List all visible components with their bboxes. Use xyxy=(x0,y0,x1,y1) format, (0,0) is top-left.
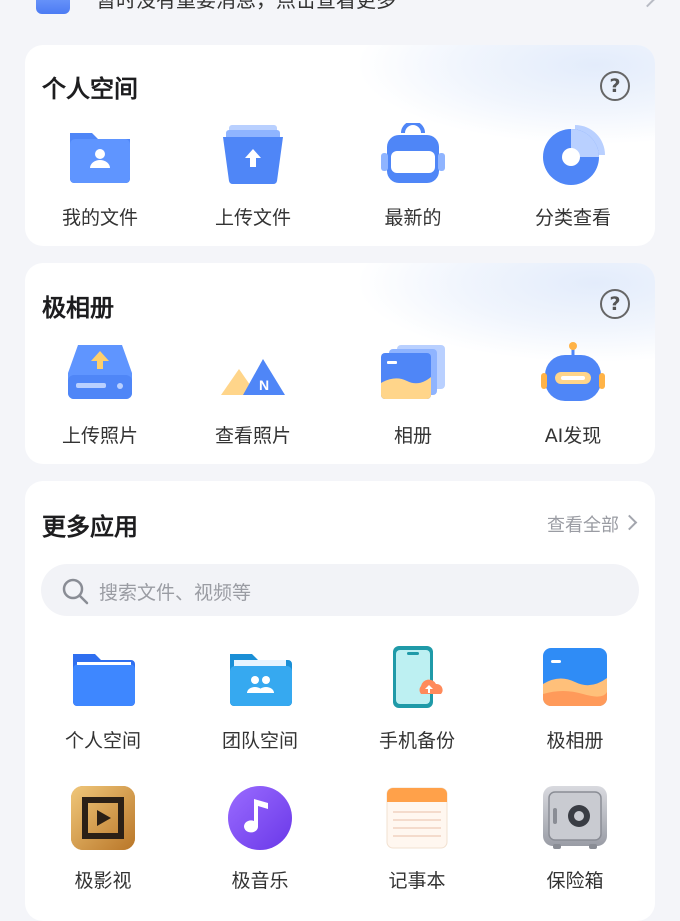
item-label: 上传文件 xyxy=(214,207,291,229)
album-card: 极相册 ? 上传照片 N 查看照片 相册 AI发现 xyxy=(25,263,655,464)
app-label: 个人空间 xyxy=(64,730,141,752)
view-photos-button[interactable]: N 查看照片 xyxy=(178,341,328,451)
item-label: 相册 xyxy=(393,425,432,447)
category-view-button[interactable]: 分类查看 xyxy=(498,123,648,233)
upload-photo-button[interactable]: 上传照片 xyxy=(25,341,175,451)
help-icon[interactable]: ? xyxy=(600,289,630,319)
my-files-button[interactable]: 我的文件 xyxy=(25,123,175,233)
search-input[interactable]: 搜索文件、视频等 xyxy=(41,564,639,616)
app-video[interactable]: 极影视 xyxy=(28,786,178,896)
app-phone-backup[interactable]: 手机备份 xyxy=(342,646,492,756)
app-photo-album[interactable]: 极相册 xyxy=(500,646,650,756)
safe-icon xyxy=(543,786,607,849)
message-icon xyxy=(36,0,70,14)
notepad-icon xyxy=(386,787,448,849)
mountain-photo-icon: N xyxy=(221,359,285,395)
item-label: 最新的 xyxy=(384,207,442,229)
recent-button[interactable]: 最新的 xyxy=(338,123,488,233)
robot-icon xyxy=(541,342,605,401)
notice-bar[interactable]: 暂时没有重要消息，点击查看更多 xyxy=(0,0,680,30)
music-icon xyxy=(228,786,292,850)
item-label: 查看照片 xyxy=(214,425,291,447)
personal-space-card: 个人空间 ? 我的文件 上传文件 最新的 分类查看 xyxy=(25,45,655,246)
view-all-link[interactable]: 查看全部 xyxy=(547,511,619,537)
app-label: 记事本 xyxy=(388,870,446,892)
photo-stack-icon xyxy=(381,345,445,399)
app-label: 极音乐 xyxy=(231,870,289,892)
search-placeholder: 搜索文件、视频等 xyxy=(99,582,252,604)
chevron-right-icon xyxy=(639,0,656,8)
albums-button[interactable]: 相册 xyxy=(338,341,488,451)
upload-photo-icon xyxy=(68,345,132,399)
app-label: 团队空间 xyxy=(221,730,298,752)
video-icon xyxy=(71,786,135,850)
chevron-right-icon xyxy=(621,514,638,531)
notice-text: 暂时没有重要消息，点击查看更多 xyxy=(96,0,396,12)
item-label: 上传照片 xyxy=(61,425,138,447)
help-icon[interactable]: ? xyxy=(600,71,630,101)
team-folder-icon xyxy=(230,654,292,706)
item-label: 我的文件 xyxy=(61,207,138,229)
app-team-space[interactable]: 团队空间 xyxy=(185,646,335,756)
personal-space-title: 个人空间 xyxy=(42,75,138,103)
photo-album-icon xyxy=(543,648,607,706)
upload-folder-icon xyxy=(223,125,283,185)
pie-chart-icon xyxy=(543,125,605,185)
app-safe[interactable]: 保险箱 xyxy=(500,786,650,896)
app-label: 极相册 xyxy=(546,730,604,752)
folder-user-icon xyxy=(70,133,130,183)
app-personal-space[interactable]: 个人空间 xyxy=(28,646,178,756)
ai-discover-button[interactable]: AI发现 xyxy=(498,341,648,451)
phone-backup-icon xyxy=(393,646,443,708)
blue-folder-icon xyxy=(73,654,135,706)
item-label: 分类查看 xyxy=(534,207,611,229)
album-title: 极相册 xyxy=(42,294,114,322)
upload-file-button[interactable]: 上传文件 xyxy=(178,123,328,233)
app-notepad[interactable]: 记事本 xyxy=(342,786,492,896)
svg-text:N: N xyxy=(259,377,269,393)
search-icon xyxy=(62,578,89,605)
app-music[interactable]: 极音乐 xyxy=(185,786,335,896)
app-label: 手机备份 xyxy=(378,730,455,752)
more-apps-card: 更多应用 查看全部 搜索文件、视频等 个人空间 团队空间 手机备份 极相册 极影… xyxy=(25,481,655,921)
app-label: 极影视 xyxy=(74,870,132,892)
more-apps-title: 更多应用 xyxy=(42,513,138,541)
item-label: AI发现 xyxy=(544,425,602,447)
app-label: 保险箱 xyxy=(546,870,604,892)
backpack-icon xyxy=(381,123,445,183)
